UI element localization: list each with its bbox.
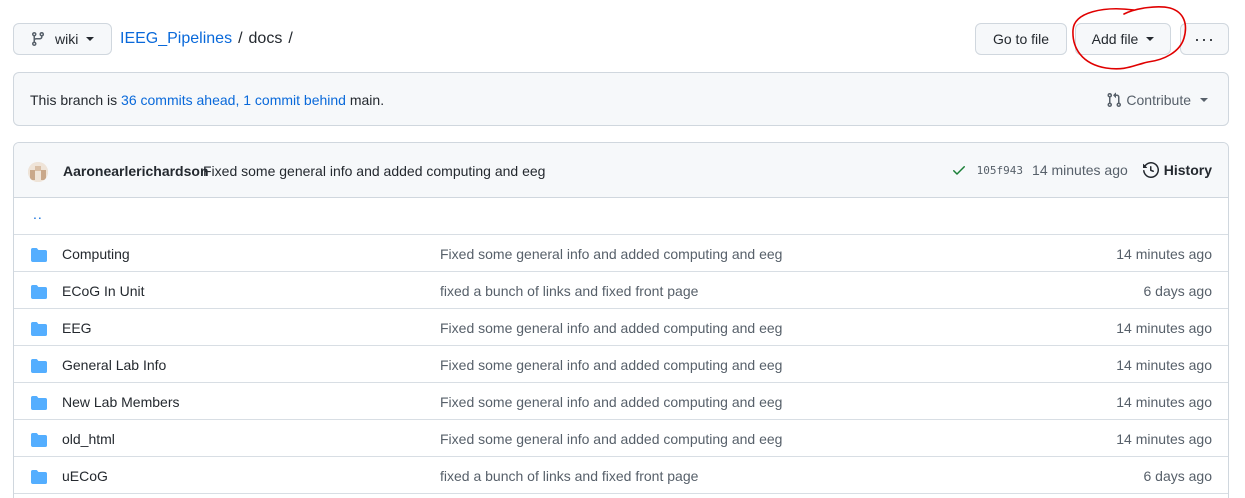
table-row[interactable]: Computing Fixed some general info and ad…	[14, 235, 1228, 272]
go-to-file-label: Go to file	[992, 31, 1050, 47]
latest-commit-header: Aaronearlerichardson Fixed some general …	[14, 143, 1228, 198]
folder-icon	[31, 470, 47, 484]
branch-status-banner: This branch is 36 commits ahead, 1 commi…	[13, 72, 1229, 126]
folder-name-link[interactable]: old_html	[62, 431, 115, 447]
chevron-down-icon	[1200, 98, 1208, 102]
contribute-dropdown[interactable]: Contribute	[1106, 92, 1208, 108]
breadcrumb-current-dir: docs	[248, 30, 283, 47]
git-branch-icon	[31, 32, 44, 47]
folder-commit-message[interactable]: Fixed some general info and added comput…	[440, 246, 782, 262]
history-icon	[1142, 162, 1159, 178]
breadcrumb-repo-link[interactable]: IEEG_Pipelines	[120, 30, 232, 48]
kebab-horizontal-icon: ···	[1194, 28, 1215, 49]
folder-age: 14 minutes ago	[1116, 320, 1212, 336]
commit-message-link[interactable]: Fixed some general info and added comput…	[203, 163, 545, 179]
history-link[interactable]: History	[1142, 162, 1212, 178]
folder-icon	[31, 285, 47, 299]
parent-directory-row[interactable]: ..	[14, 198, 1228, 235]
git-pull-request-icon	[1107, 92, 1122, 108]
avatar[interactable]	[28, 162, 48, 182]
table-row[interactable]: EEG Fixed some general info and added co…	[14, 309, 1228, 346]
table-row[interactable]: ECoG In Unit fixed a bunch of links and …	[14, 272, 1228, 309]
commit-meta: 105f943 14 minutes ago History	[951, 162, 1212, 178]
breadcrumb-separator: /	[238, 30, 243, 47]
more-options-button[interactable]: ···	[1180, 23, 1229, 55]
folder-name-link[interactable]: New Lab Members	[62, 394, 180, 410]
folder-commit-message[interactable]: Fixed some general info and added comput…	[440, 357, 782, 373]
folder-icon	[31, 396, 47, 410]
folder-name-link[interactable]: EEG	[62, 320, 92, 336]
folder-commit-message[interactable]: Fixed some general info and added comput…	[440, 320, 782, 336]
folder-icon	[31, 359, 47, 373]
folder-commit-message[interactable]: fixed a bunch of links and fixed front p…	[440, 283, 698, 299]
folder-age: 14 minutes ago	[1116, 357, 1212, 373]
add-file-button[interactable]: Add file	[1075, 23, 1171, 55]
table-row[interactable]: old_html Fixed some general info and add…	[14, 420, 1228, 457]
folder-icon	[31, 322, 47, 336]
commit-time: 14 minutes ago	[1032, 162, 1128, 178]
folder-age: 14 minutes ago	[1116, 394, 1212, 410]
commit-author-link[interactable]: Aaronearlerichardson	[63, 163, 209, 179]
commits-ahead-link[interactable]: 36 commits ahead,	[121, 92, 239, 108]
check-icon[interactable]	[951, 162, 967, 178]
folder-icon	[31, 433, 47, 447]
folder-commit-message[interactable]: Fixed some general info and added comput…	[440, 431, 782, 447]
folder-age: 6 days ago	[1143, 468, 1213, 484]
add-file-label: Add file	[1091, 31, 1139, 47]
branch-selector-button[interactable]: wiki	[13, 23, 112, 55]
commits-behind-link[interactable]: 1 commit behind	[243, 92, 346, 108]
breadcrumb: IEEG_Pipelines / docs /	[120, 30, 299, 48]
folder-name-link[interactable]: ECoG In Unit	[62, 283, 144, 299]
history-label: History	[1163, 162, 1212, 178]
banner-suffix: main.	[345, 92, 385, 108]
folder-icon	[31, 248, 47, 262]
folder-name-link[interactable]: General Lab Info	[62, 357, 166, 373]
branch-status-message: This branch is 36 commits ahead, 1 commi…	[30, 92, 384, 108]
folder-age: 14 minutes ago	[1116, 431, 1212, 447]
repo-toolbar: wiki IEEG_Pipelines / docs / Go to file …	[0, 0, 1245, 78]
chevron-down-icon	[1146, 37, 1155, 41]
table-row[interactable]: uECoG fixed a bunch of links and fixed f…	[14, 457, 1228, 494]
banner-prefix: This branch is	[30, 92, 122, 108]
chevron-down-icon	[86, 37, 95, 41]
parent-directory-link[interactable]: ..	[33, 206, 43, 222]
go-to-file-button[interactable]: Go to file	[975, 23, 1067, 55]
folder-name-link[interactable]: uECoG	[62, 468, 108, 484]
folder-age: 14 minutes ago	[1116, 246, 1212, 262]
file-list: Aaronearlerichardson Fixed some general …	[13, 142, 1229, 498]
table-row[interactable]: New Lab Members Fixed some general info …	[14, 383, 1228, 420]
table-row[interactable]: General Lab Info Fixed some general info…	[14, 346, 1228, 383]
folder-commit-message[interactable]: Fixed some general info and added comput…	[440, 394, 782, 410]
folder-commit-message[interactable]: fixed a bunch of links and fixed front p…	[440, 468, 698, 484]
folder-age: 6 days ago	[1143, 283, 1213, 299]
contribute-label: Contribute	[1126, 92, 1191, 108]
folder-name-link[interactable]: Computing	[62, 246, 130, 262]
commit-sha-link[interactable]: 105f943	[977, 164, 1023, 177]
branch-name: wiki	[55, 31, 79, 47]
breadcrumb-separator: /	[288, 30, 293, 47]
